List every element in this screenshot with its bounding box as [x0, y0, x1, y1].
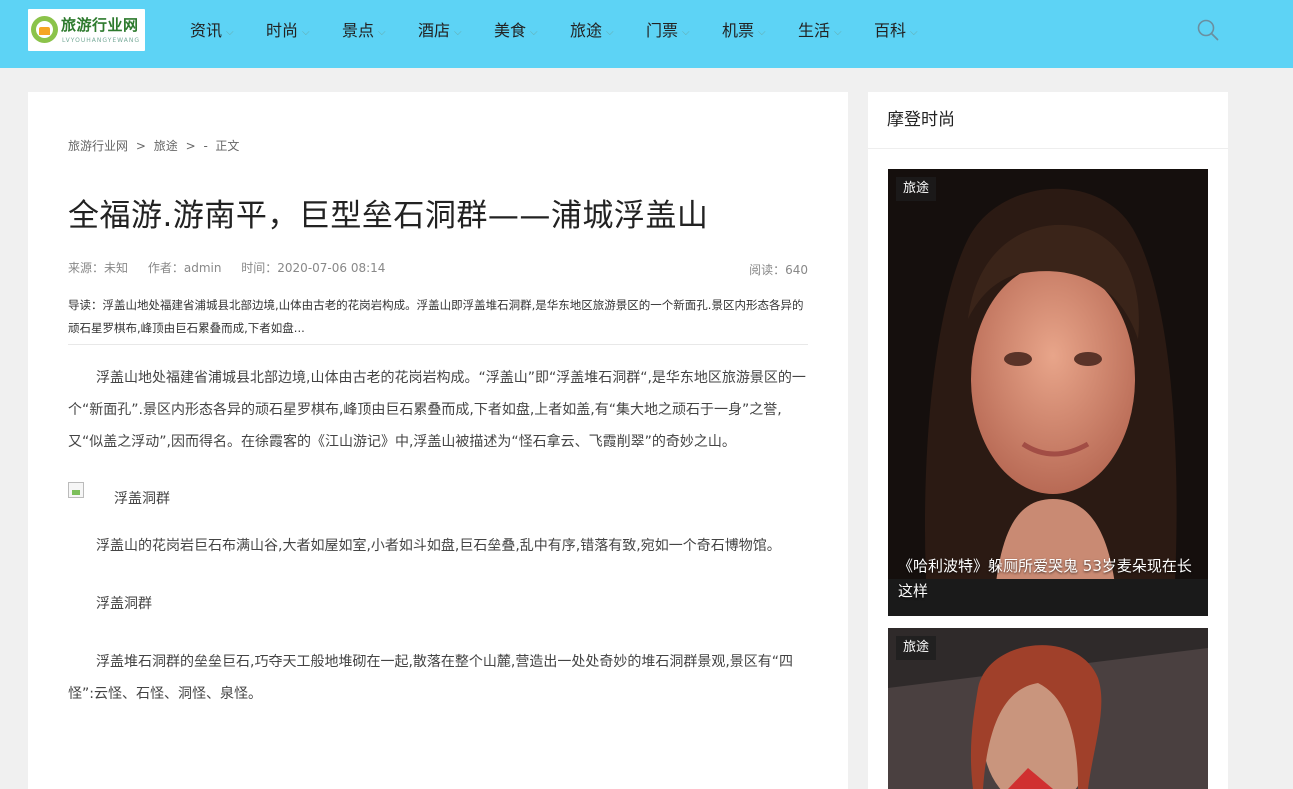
- sidebar: 摩登时尚 旅途 《哈利波特》躲厕所爱哭鬼 53岁麦朵现在长这样 旅途: [868, 92, 1228, 789]
- logo-text: 旅游行业网: [61, 16, 139, 34]
- chevron-down-icon: ⌵: [530, 27, 538, 38]
- nav-label: 生活: [798, 21, 831, 40]
- chevron-down-icon: ⌵: [682, 27, 690, 38]
- nav-item-flights[interactable]: 机票 ⌵: [722, 0, 798, 68]
- figure-caption: 浮盖洞群: [114, 491, 170, 507]
- article-paragraph: 浮盖堆石洞群的垒垒巨石,巧夺天工般地堆砌在一起,散落在整个山麓,营造出一处处奇妙…: [68, 654, 794, 702]
- nav-label: 景点: [342, 21, 375, 40]
- chevron-down-icon: ⌵: [834, 27, 842, 38]
- breadcrumb-separator: >: [135, 139, 146, 153]
- article-paragraph: 浮盖山地处福建省浦城县北部边境,山体由古老的花岗岩构成。“浮盖山”即“浮盖堆石洞…: [68, 370, 806, 450]
- article-meta: 来源：未知 作者：admin 时间：2020-07-06 08:14 阅读：64…: [68, 259, 808, 277]
- nav-label: 时尚: [266, 21, 299, 40]
- article-figure: 浮盖洞群: [68, 478, 808, 530]
- nav-item-food[interactable]: 美食 ⌵: [494, 0, 570, 68]
- nav-item-news[interactable]: 资讯 ⌵: [190, 0, 266, 68]
- nav-item-tickets[interactable]: 门票 ⌵: [646, 0, 722, 68]
- chevron-down-icon: ⌵: [606, 27, 614, 38]
- chevron-down-icon: ⌵: [302, 27, 310, 38]
- article-paragraph: 浮盖洞群: [96, 596, 152, 612]
- sidebar-card[interactable]: 旅途 《哈利波特》躲厕所爱哭鬼 53岁麦朵现在长这样: [888, 169, 1208, 616]
- article-body: 浮盖山地处福建省浦城县北部边境,山体由古老的花岗岩构成。“浮盖山”即“浮盖堆石洞…: [68, 362, 808, 710]
- broken-image-icon: [68, 482, 84, 498]
- article-lead: 导读：浮盖山地处福建省浦城县北部边境,山体由古老的花岗岩构成。浮盖山即浮盖堆石洞…: [68, 294, 808, 345]
- card-title[interactable]: 《哈利波特》躲厕所爱哭鬼 53岁麦朵现在长这样: [898, 554, 1200, 604]
- chevron-down-icon: ⌵: [378, 27, 386, 38]
- nav-label: 资讯: [190, 21, 223, 40]
- site-logo[interactable]: 旅游行业网 LVYOUHANGYEWANG: [28, 9, 145, 51]
- nav-item-wiki[interactable]: 百科 ⌵: [874, 0, 950, 68]
- card-tag[interactable]: 旅途: [896, 636, 937, 660]
- chevron-down-icon: ⌵: [454, 27, 462, 38]
- card-photo: [888, 169, 1208, 616]
- article-time: 时间：2020-07-06 08:14: [241, 261, 386, 275]
- breadcrumb: 旅游行业网 > 旅途 > - 正文: [68, 137, 239, 154]
- logo-subtext: LVYOUHANGYEWANG: [62, 37, 140, 44]
- breadcrumb-category-link[interactable]: 旅途: [154, 137, 178, 154]
- nav-label: 美食: [494, 21, 527, 40]
- nav-item-hotels[interactable]: 酒店 ⌵: [418, 0, 494, 68]
- chevron-down-icon: ⌵: [910, 27, 918, 38]
- article-source: 来源：未知: [68, 261, 129, 275]
- top-navbar: 旅游行业网 LVYOUHANGYEWANG 资讯 ⌵ 时尚 ⌵ 景点 ⌵ 酒店 ⌵ 美食…: [0, 0, 1293, 68]
- search-icon[interactable]: [1197, 19, 1219, 41]
- nav-label: 门票: [646, 21, 679, 40]
- article-paragraph: 浮盖山的花岗岩巨石布满山谷,大者如屋如室,小者如斗如盘,巨石垒叠,乱中有序,错落…: [96, 538, 781, 554]
- nav-item-life[interactable]: 生活 ⌵: [798, 0, 874, 68]
- breadcrumb-separator: >: [185, 139, 196, 153]
- nav-item-fashion[interactable]: 时尚 ⌵: [266, 0, 342, 68]
- logo-house-icon: [31, 16, 58, 43]
- article-read-count: 阅读：640: [749, 263, 808, 277]
- main-nav: 资讯 ⌵ 时尚 ⌵ 景点 ⌵ 酒店 ⌵ 美食 ⌵ 旅途 ⌵ 门票 ⌵ 机票 ⌵ 生活 ⌵ 百科 ⌵: [190, 0, 950, 68]
- sidebar-heading: 摩登时尚: [868, 92, 1228, 149]
- chevron-down-icon: ⌵: [758, 27, 766, 38]
- nav-label: 旅途: [570, 21, 603, 40]
- nav-item-travel[interactable]: 旅途 ⌵: [570, 0, 646, 68]
- nav-label: 百科: [874, 21, 907, 40]
- card-tag[interactable]: 旅途: [896, 177, 937, 201]
- article-card: 旅游行业网 > 旅途 > - 正文 全福游.游南平，巨型垒石洞群——浦城浮盖山 …: [28, 92, 848, 789]
- nav-label: 酒店: [418, 21, 451, 40]
- article-title: 全福游.游南平，巨型垒石洞群——浦城浮盖山: [68, 198, 709, 234]
- chevron-down-icon: ⌵: [226, 27, 234, 38]
- sidebar-card[interactable]: 旅途: [888, 628, 1208, 789]
- article-author: 作者：admin: [147, 261, 222, 275]
- breadcrumb-current: - 正文: [203, 139, 240, 153]
- nav-label: 机票: [722, 21, 755, 40]
- nav-item-attractions[interactable]: 景点 ⌵: [342, 0, 418, 68]
- breadcrumb-home-link[interactable]: 旅游行业网: [68, 137, 128, 154]
